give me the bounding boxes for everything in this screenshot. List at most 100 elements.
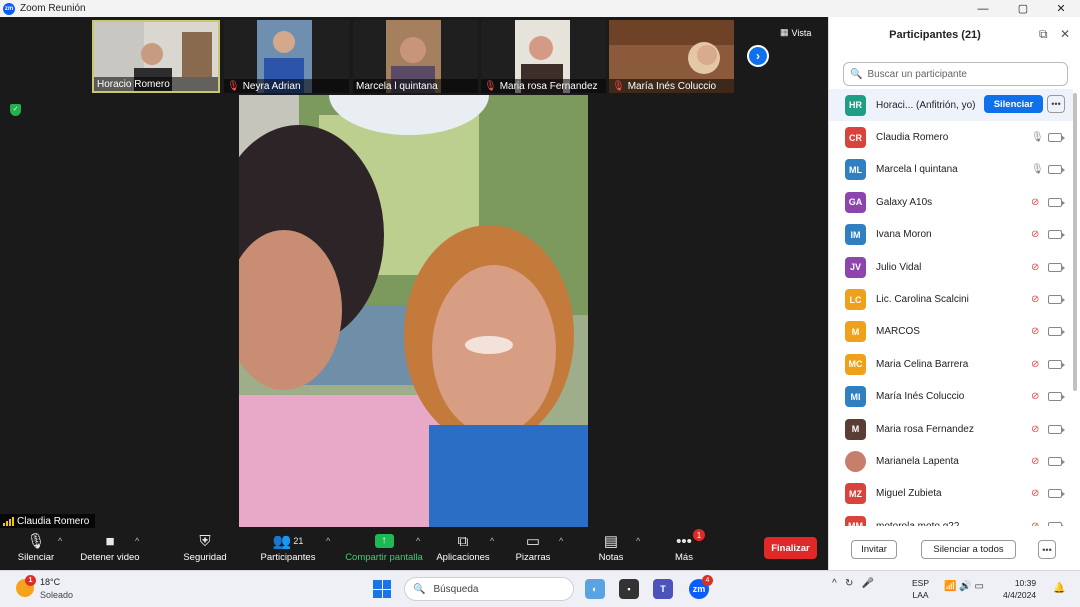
participant-row[interactable]: HR Horaci... (Anfitrión, yo) Silenciar ••• (829, 89, 1073, 122)
minimize-button[interactable]: — (966, 0, 1000, 17)
participant-more-button[interactable]: ••• (1047, 95, 1065, 113)
clock[interactable]: 10:39 4/4/2024 (1003, 577, 1036, 601)
participants-options-caret[interactable]: ^ (326, 536, 330, 546)
mic-muted-icon: ⊘ (1031, 488, 1040, 500)
popout-icon[interactable]: ⧉ (1039, 27, 1048, 42)
apps-options-caret[interactable]: ^ (490, 536, 494, 546)
microphone-icon: 🎙 (1031, 132, 1044, 144)
video-thumbnail[interactable]: 🎙 Maria rosa Fernandez (481, 20, 606, 93)
close-panel-icon[interactable]: ✕ (1060, 27, 1070, 41)
video-thumbnail[interactable]: Horacio Romero (92, 20, 220, 93)
share-options-caret[interactable]: ^ (416, 536, 420, 546)
participant-row[interactable]: CR Claudia Romero 🎙 (829, 121, 1073, 153)
avatar: GA (845, 191, 866, 213)
language-indicator[interactable]: ESP LAA (912, 577, 929, 601)
avatar: MI (845, 386, 866, 408)
avatar: ML (845, 159, 866, 181)
invite-button[interactable]: Invitar (851, 540, 897, 559)
participant-row[interactable]: GA Galaxy A10s ⊘ (829, 186, 1073, 218)
more-notification-badge: 1 (693, 529, 705, 541)
mic-muted-icon: ⊘ (1031, 261, 1040, 273)
panel-more-button[interactable]: ••• (1038, 540, 1056, 559)
network-volume-battery-icons[interactable]: 📶 🔊 ▭ (944, 581, 984, 592)
participant-row[interactable]: MC Maria Celina Barrera ⊘ (829, 348, 1073, 380)
taskbar-search[interactable]: 🔍 Búsqueda (404, 577, 574, 601)
next-page-button[interactable]: › (747, 45, 769, 67)
participant-row[interactable]: MZ Miguel Zubieta ⊘ (829, 478, 1073, 510)
participant-row[interactable]: M MARCOS ⊘ (829, 316, 1073, 348)
task-view-icon[interactable]: ▪ (619, 579, 639, 599)
mic-muted-icon: ⊘ (1031, 521, 1039, 526)
taskbar-search-label: Búsqueda (433, 583, 479, 595)
participant-search-input[interactable]: 🔍 Buscar un participante (843, 62, 1068, 86)
audio-level-icon (3, 516, 14, 526)
stop-video-button[interactable]: ■ Detener video (80, 530, 140, 570)
participants-button[interactable]: 👥 21 Participantes (260, 530, 316, 570)
apps-button[interactable]: ⧉ Aplicaciones (436, 530, 490, 570)
avatar: M (845, 321, 866, 343)
participant-name: Julio Vidal (876, 261, 922, 273)
avatar: LC (845, 289, 866, 311)
video-off-icon (1048, 197, 1065, 207)
participant-list: HR Horaci... (Anfitrión, yo) Silenciar ••• C… (829, 89, 1073, 526)
participant-row[interactable]: ML Marcela l quintana 🎙 (829, 154, 1073, 186)
participant-row[interactable]: MI María Inés Coluccio ⊘ (829, 381, 1073, 413)
mic-muted-icon: ⊘ (1031, 196, 1040, 208)
participant-name: Claudia Romero (876, 132, 949, 144)
system-tray[interactable]: ^ ↻ 🎤 (832, 578, 874, 589)
whiteboards-options-caret[interactable]: ^ (559, 536, 563, 546)
mic-muted-icon: 🎙 (484, 80, 497, 92)
shield-icon: ⛨ (199, 532, 211, 550)
meeting-toolbar: 🎙 Silenciar ^ ■ Detener video ^ ⛨ Seguri… (0, 529, 828, 570)
avatar: M (845, 418, 866, 440)
share-screen-button[interactable]: ↑ Compartir pantalla (344, 530, 424, 570)
mic-muted-icon: ⊘ (1031, 326, 1040, 338)
mute-participant-button[interactable]: Silenciar (984, 95, 1043, 113)
video-thumbnail[interactable]: 🎙 Neyra Adrian (224, 20, 349, 93)
video-off-icon (1048, 133, 1065, 143)
more-dots-icon: ••• (676, 532, 692, 550)
avatar: MC (845, 353, 866, 375)
mic-muted-icon: ⊘ (1031, 229, 1040, 241)
participant-name: Neyra Adrian (242, 80, 301, 92)
microphone-icon: 🎙 (1031, 164, 1044, 176)
participant-row[interactable]: LC Lic. Carolina Scalcini ⊘ (829, 283, 1073, 315)
participant-name: Ivana Moron (876, 229, 932, 241)
mic-muted-icon: 🎙 (612, 80, 625, 92)
end-meeting-button[interactable]: Finalizar (764, 537, 817, 559)
notification-bell-icon[interactable]: 🔔 (1053, 583, 1065, 594)
participant-row[interactable]: M Maria rosa Fernandez ⊘ (829, 413, 1073, 445)
copilot-icon[interactable]: ◐ (585, 579, 605, 599)
whiteboard-icon: ▭ (525, 533, 541, 550)
close-button[interactable]: ✕ (1044, 0, 1078, 17)
windows-start-icon[interactable] (373, 580, 391, 598)
whiteboards-button[interactable]: ▭ Pizarras (516, 530, 551, 570)
view-button[interactable]: ▦ Vista (780, 27, 811, 38)
maximize-button[interactable]: ▢ (1006, 0, 1040, 17)
encryption-shield-icon[interactable]: ✓ (10, 104, 21, 116)
mute-button[interactable]: 🎙 Silenciar (16, 530, 56, 570)
participant-name: María Inés Coluccio (627, 80, 717, 92)
participant-row[interactable]: IM Ivana Moron ⊘ (829, 219, 1073, 251)
participant-row[interactable]: MM motorola moto g22 ⊘ (829, 510, 1073, 526)
participants-count: 21 (293, 536, 304, 546)
zoom-notification-badge: 4 (702, 575, 713, 586)
participant-name: María Inés Coluccio (876, 391, 965, 403)
video-off-icon (1048, 230, 1065, 240)
video-thumbnail[interactable]: Marcela l quintana (353, 20, 478, 93)
title-bar: zm Zoom Reunión — ▢ ✕ (0, 0, 1080, 17)
participant-row[interactable]: Marianela Lapenta ⊘ (829, 445, 1073, 477)
video-off-icon (1048, 359, 1065, 369)
security-button[interactable]: ⛨ Seguridad (182, 530, 228, 570)
video-thumbnail[interactable]: 🎙 María Inés Coluccio (609, 20, 734, 93)
participant-row[interactable]: JV Julio Vidal ⊘ (829, 251, 1073, 283)
notes-button[interactable]: ▤ Notas (597, 530, 625, 570)
notes-options-caret[interactable]: ^ (636, 536, 640, 546)
avatar: JV (845, 256, 866, 278)
teams-icon[interactable]: T (653, 579, 673, 599)
video-options-caret[interactable]: ^ (135, 536, 139, 546)
audio-options-caret[interactable]: ^ (58, 536, 62, 546)
weather-condition: Soleado (40, 590, 74, 600)
mute-all-button[interactable]: Silenciar a todos (921, 540, 1016, 559)
scrollbar[interactable] (1073, 93, 1077, 391)
